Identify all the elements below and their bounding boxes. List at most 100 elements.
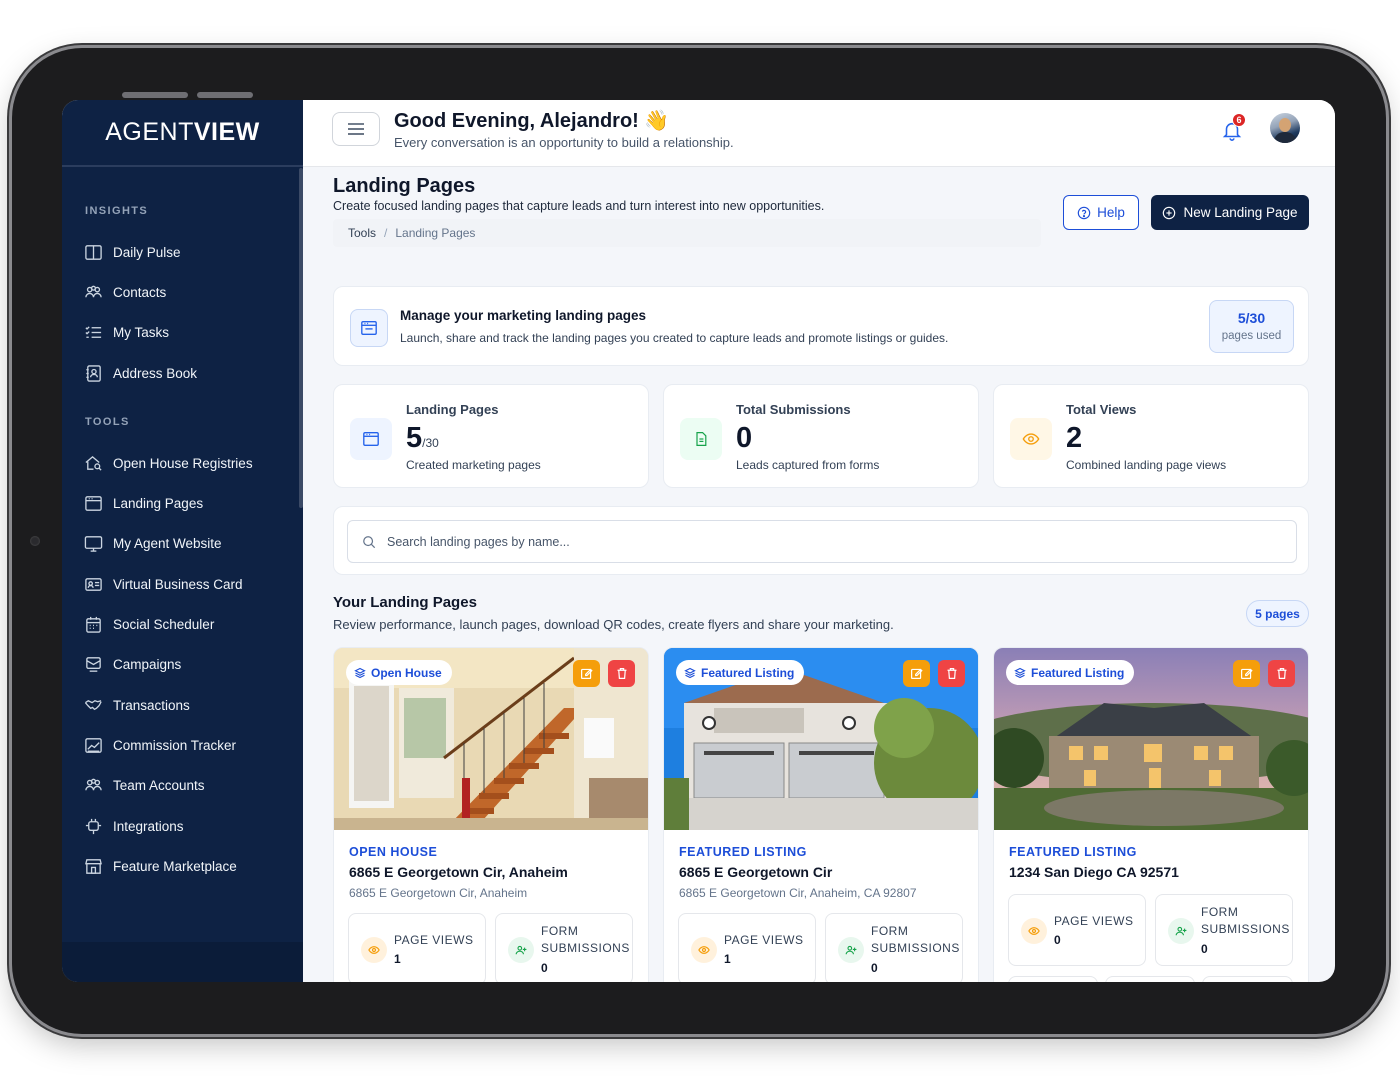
- stat-icon-box: [680, 418, 722, 460]
- action-tile[interactable]: [1008, 976, 1098, 982]
- landing-page-card[interactable]: Featured Listing FEATURED LISTING 6865 E…: [663, 647, 979, 982]
- avatar[interactable]: [1270, 113, 1300, 143]
- stat-description: Leads captured from forms: [736, 458, 880, 472]
- avatar-body: [1274, 132, 1296, 143]
- edit-button[interactable]: [573, 660, 600, 687]
- sidebar-item-label: Commission Tracker: [113, 737, 237, 753]
- form-submissions-stat: FORM SUBMISSIONS 0: [1155, 894, 1293, 966]
- section-subtitle: Review performance, launch pages, downlo…: [333, 617, 894, 632]
- form-submissions-value: 0: [871, 961, 878, 975]
- page-views-label: PAGE VIEWS: [724, 933, 804, 947]
- trash-icon: [947, 668, 956, 679]
- eye-icon: [1028, 927, 1040, 935]
- manage-title: Manage your marketing landing pages: [400, 308, 647, 323]
- user-plus-icon-box: [1168, 918, 1194, 944]
- sidebar-item-campaigns[interactable]: Campaigns: [62, 645, 303, 685]
- eye-icon-box: [1021, 918, 1047, 944]
- trash-icon: [1277, 668, 1286, 679]
- form-submissions-label-line2: SUBMISSIONS: [871, 941, 960, 955]
- manage-landing-pages-card: Manage your marketing landing pages Laun…: [333, 286, 1309, 366]
- listing-tag-label: Featured Listing: [1031, 665, 1125, 680]
- stat-number: 5: [406, 422, 423, 454]
- stat-icon-box: [350, 418, 392, 460]
- sidebar-item-contacts[interactable]: Contacts: [62, 272, 303, 312]
- action-tile[interactable]: [1202, 976, 1293, 982]
- users-icon: [85, 285, 102, 298]
- stat-label: Total Submissions: [736, 402, 851, 417]
- sidebar-item-label: Campaigns: [113, 657, 182, 673]
- sidebar-item-my-tasks[interactable]: My Tasks: [62, 313, 303, 353]
- id-card-icon: [85, 577, 102, 591]
- page-views-label: PAGE VIEWS: [394, 933, 474, 947]
- sidebar-item-commission-tracker[interactable]: Commission Tracker: [62, 725, 303, 765]
- delete-button[interactable]: [608, 660, 635, 687]
- layers-icon: [354, 667, 366, 678]
- sidebar-item-virtual-business-card[interactable]: Virtual Business Card: [62, 564, 303, 604]
- team-icon: [85, 778, 102, 791]
- menu-toggle-button[interactable]: [332, 112, 380, 146]
- help-button[interactable]: Help: [1063, 195, 1139, 230]
- stat-label: Total Views: [1066, 402, 1137, 417]
- pages-used-label: pages used: [1221, 330, 1282, 342]
- app-screen: AGENT VIEW INSIGHTS Daily Pulse Contacts …: [62, 100, 1335, 982]
- sidebar: AGENT VIEW INSIGHTS Daily Pulse Contacts …: [62, 100, 303, 982]
- sidebar-item-transactions[interactable]: Transactions: [62, 685, 303, 725]
- hamburger-icon: [348, 123, 364, 135]
- page-views-stat: PAGE VIEWS 0: [1008, 894, 1146, 966]
- app-logo[interactable]: AGENT VIEW: [62, 100, 303, 167]
- form-submissions-stat: FORM SUBMISSIONS 0: [495, 913, 633, 982]
- search-card: Search landing pages by name...: [333, 506, 1309, 575]
- landing-page-card[interactable]: Featured Listing FEATURED LISTING 1234 S…: [993, 647, 1309, 982]
- new-landing-page-button[interactable]: New Landing Page: [1151, 195, 1309, 230]
- page-views-value: 1: [724, 952, 731, 966]
- edit-icon: [581, 668, 593, 679]
- main-area: Good Evening, Alejandro! 👋 Every convers…: [303, 100, 1335, 982]
- layers-icon: [1014, 667, 1026, 678]
- stat-card-total-views: Total Views 2 Combined landing page view…: [993, 384, 1309, 488]
- stat-suffix: /30: [422, 436, 439, 450]
- listing-name: 6865 E Georgetown Cir: [679, 864, 833, 880]
- search-icon: [363, 535, 376, 548]
- sidebar-item-team-accounts[interactable]: Team Accounts: [62, 766, 303, 806]
- sidebar-item-my-agent-website[interactable]: My Agent Website: [62, 524, 303, 564]
- manage-subtitle: Launch, share and track the landing page…: [400, 331, 949, 345]
- delete-button[interactable]: [938, 660, 965, 687]
- sidebar-item-daily-pulse[interactable]: Daily Pulse: [62, 232, 303, 272]
- landing-page-card[interactable]: Open House OPEN HOUSE 6865 E Georgetown …: [333, 647, 649, 982]
- sidebar-item-label: Address Book: [113, 365, 198, 381]
- sidebar-item-label: Social Scheduler: [113, 617, 215, 633]
- page-views-value: 0: [1054, 933, 1061, 947]
- page-views-stat: PAGE VIEWS 1: [348, 913, 486, 982]
- search-input[interactable]: Search landing pages by name...: [347, 520, 1297, 563]
- listing-type: FEATURED LISTING: [1009, 845, 1137, 859]
- layers-icon: [684, 667, 696, 678]
- sidebar-item-label: Integrations: [113, 818, 184, 834]
- sidebar-item-feature-marketplace[interactable]: Feature Marketplace: [62, 846, 303, 886]
- browser-icon: [363, 432, 379, 446]
- page-views-label: PAGE VIEWS: [1054, 914, 1134, 928]
- browser-icon: [361, 321, 377, 335]
- action-tile[interactable]: [1105, 976, 1195, 982]
- form-submissions-label: FORM SUBMISSIONS: [871, 923, 960, 957]
- chart-icon: [85, 738, 102, 753]
- stat-description: Created marketing pages: [406, 458, 541, 472]
- sidebar-item-integrations[interactable]: Integrations: [62, 806, 303, 846]
- help-button-label: Help: [1097, 205, 1125, 220]
- delete-button[interactable]: [1268, 660, 1295, 687]
- breadcrumb: Tools / Landing Pages: [333, 219, 1041, 247]
- sidebar-item-landing-pages[interactable]: Landing Pages: [62, 483, 303, 523]
- edit-button[interactable]: [1233, 660, 1260, 687]
- form-submissions-label-line1: FORM: [871, 924, 909, 938]
- breadcrumb-link-tools[interactable]: Tools: [348, 226, 376, 240]
- pages-used-value: 5/30: [1237, 310, 1266, 326]
- form-submissions-stat: FORM SUBMISSIONS 0: [825, 913, 963, 982]
- sidebar-item-social-scheduler[interactable]: Social Scheduler: [62, 604, 303, 644]
- sidebar-item-label: Contacts: [113, 284, 167, 300]
- plus-circle-icon: [1163, 206, 1176, 219]
- greeting-title: Good Evening, Alejandro! 👋: [394, 110, 670, 132]
- form-submissions-label: FORM SUBMISSIONS: [1201, 904, 1290, 938]
- sidebar-item-label: Virtual Business Card: [113, 576, 243, 592]
- sidebar-item-address-book[interactable]: Address Book: [62, 353, 303, 393]
- sidebar-item-open-house-registries[interactable]: Open House Registries: [62, 443, 303, 483]
- edit-button[interactable]: [903, 660, 930, 687]
